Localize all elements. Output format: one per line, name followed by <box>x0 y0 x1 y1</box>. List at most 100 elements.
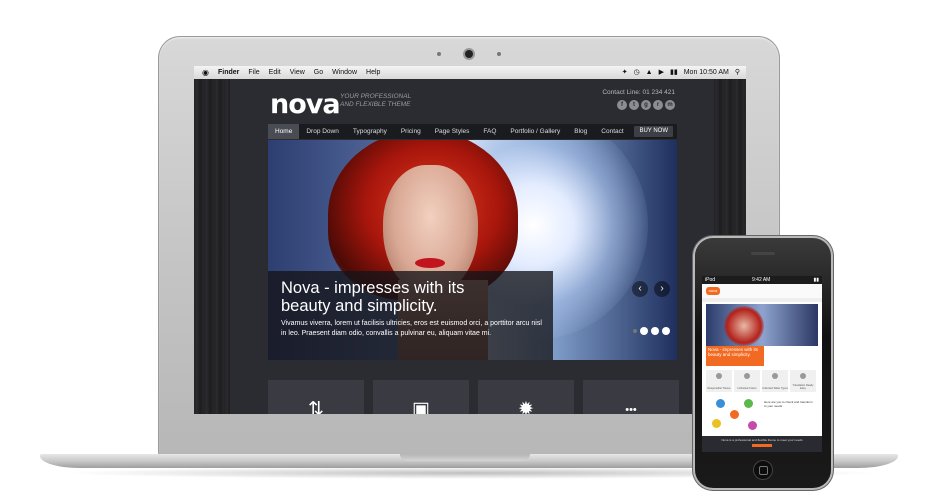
tagline-line-1: YOUR PROFESSIONAL <box>340 93 412 100</box>
mac-menubar: ◉ Finder File Edit View Go Window Help ✦… <box>194 66 746 80</box>
slider-pagination <box>633 327 670 335</box>
social-icons: f t g r m <box>617 100 675 110</box>
diagram-node-icon <box>744 399 753 408</box>
wifi-icon[interactable]: ▲ <box>646 66 653 79</box>
nav-contact[interactable]: Contact <box>594 124 630 139</box>
ipod-clock: 9:42 AM <box>752 277 771 283</box>
mobile-feature-box[interactable]: Responsible Theme <box>706 370 732 392</box>
feature-box-chat[interactable]: ••• <box>583 380 679 414</box>
feature-boxes: ⇅ ▣ ✹ ••• <box>268 380 679 414</box>
nav-home[interactable]: Home <box>268 124 300 139</box>
nav-blog[interactable]: Blog <box>567 124 594 139</box>
nav-drop-down[interactable]: Drop Down <box>299 124 346 139</box>
ipod-screen: iPod 9:42 AM ▮▮ nova Nova - impresses wi… <box>702 276 822 452</box>
wood-background-left <box>194 79 230 414</box>
apple-menu-icon[interactable]: ◉ <box>202 66 209 79</box>
menu-file[interactable]: File <box>248 66 259 79</box>
mobile-feature-label: Translation Ready Easy <box>792 384 814 390</box>
mobile-feature-box[interactable]: Translation Ready Easy <box>790 370 816 392</box>
email-icon[interactable]: m <box>665 100 675 110</box>
buy-now-button[interactable]: BUY NOW <box>634 126 673 137</box>
menu-view[interactable]: View <box>290 66 305 79</box>
bluetooth-icon[interactable]: ✦ <box>622 66 628 79</box>
camera-icon <box>465 50 473 58</box>
mobile-site-logo[interactable]: nova <box>706 287 720 295</box>
nav-typography[interactable]: Typography <box>346 124 394 139</box>
google-icon[interactable]: g <box>641 100 651 110</box>
slide-caption: Nova - impresses with its beauty and sim… <box>268 271 553 360</box>
mobile-site-header: nova <box>702 284 822 298</box>
hero-slider: Nova - impresses with its beauty and sim… <box>268 140 677 360</box>
mobile-footer: Nova is a professional and flexible them… <box>702 436 822 452</box>
slide-body: Vivamus viverra, lorem ut facilisis ultr… <box>281 320 542 337</box>
feature-icon <box>800 373 806 379</box>
mobile-feature-label: Unlimited Slider Types <box>762 387 788 390</box>
image-icon: ▣ <box>412 399 430 415</box>
laptop-screen: ◉ Finder File Edit View Go Window Help ✦… <box>194 66 746 414</box>
slider-dot[interactable] <box>662 327 670 335</box>
nav-page-styles[interactable]: Page Styles <box>428 124 477 139</box>
slider-dot[interactable] <box>633 329 637 333</box>
mobile-footer-text: Nova is a professional and flexible them… <box>721 438 803 442</box>
main-navigation: Home Drop Down Typography Pricing Page S… <box>268 124 677 139</box>
feature-icon <box>716 373 722 379</box>
nav-portfolio-gallery[interactable]: Portfolio / Gallery <box>503 124 567 139</box>
microphone-dot <box>437 52 441 56</box>
menu-edit[interactable]: Edit <box>269 66 281 79</box>
laptop-open-notch <box>400 454 530 461</box>
menu-window[interactable]: Window <box>332 66 357 79</box>
site-logo[interactable]: nova <box>270 89 341 120</box>
diagram-node-icon <box>712 419 721 428</box>
mobile-nav-bar[interactable] <box>702 298 822 302</box>
mobile-feature-box[interactable]: Unlimited Colors <box>734 370 760 392</box>
menubar-clock[interactable]: Mon 10:50 AM <box>684 66 729 79</box>
mobile-footer-button[interactable] <box>752 444 772 447</box>
feature-icon <box>772 373 778 379</box>
ipod-status-bar: iPod 9:42 AM ▮▮ <box>702 276 822 284</box>
mobile-feature-label: Unlimited Colors <box>737 387 757 390</box>
diagram-node-icon <box>716 399 725 408</box>
tagline-line-2: AND FLEXIBLE THEME <box>340 101 411 108</box>
menu-finder[interactable]: Finder <box>218 66 239 79</box>
mobile-text-block: Here are you to check and transform to y… <box>764 400 813 408</box>
feature-icon <box>744 373 750 379</box>
menu-go[interactable]: Go <box>314 66 323 79</box>
search-icon[interactable]: ⚲ <box>735 66 740 79</box>
speaker-slot <box>751 252 775 255</box>
time-machine-icon[interactable]: ◷ <box>634 66 640 79</box>
slider-next-arrow-icon[interactable]: › <box>654 281 670 297</box>
rss-icon[interactable]: r <box>653 100 663 110</box>
twitter-icon[interactable]: t <box>629 100 639 110</box>
ipod-device: iPod 9:42 AM ▮▮ nova Nova - impresses wi… <box>695 238 831 488</box>
menu-help[interactable]: Help <box>366 66 380 79</box>
nav-pricing[interactable]: Pricing <box>394 124 428 139</box>
feature-box-sorting[interactable]: ⇅ <box>268 380 364 414</box>
hero-photo-lips <box>415 258 445 268</box>
diagram-node-icon <box>748 421 757 430</box>
slider-dot[interactable] <box>640 327 648 335</box>
microphone-dot <box>497 52 501 56</box>
battery-icon: ▮▮ <box>813 277 819 283</box>
diagram-hub-icon <box>730 410 739 419</box>
sort-arrows-icon: ⇅ <box>308 399 324 415</box>
site-tagline: YOUR PROFESSIONAL AND FLEXIBLE THEME <box>340 93 411 109</box>
home-button[interactable] <box>753 460 773 480</box>
feature-box-image[interactable]: ▣ <box>373 380 469 414</box>
mobile-hero-image <box>706 304 818 346</box>
slider-prev-arrow-icon[interactable]: ‹ <box>632 281 648 297</box>
mobile-feature-label: Responsible Theme <box>707 387 731 390</box>
slider-dot[interactable] <box>651 327 659 335</box>
facebook-icon[interactable]: f <box>617 100 627 110</box>
nav-faq[interactable]: FAQ <box>476 124 503 139</box>
battery-icon[interactable]: ▮▮ <box>670 66 678 79</box>
chat-bubble-icon: ••• <box>625 404 637 414</box>
slide-heading: Nova - impresses with its beauty and sim… <box>281 279 465 315</box>
volume-icon[interactable]: ▶ <box>659 66 664 79</box>
mobile-feature-box[interactable]: Unlimited Slider Types <box>762 370 788 392</box>
gear-icon: ✹ <box>518 399 534 415</box>
mobile-hero-portrait <box>724 306 764 346</box>
feature-box-settings[interactable]: ✹ <box>478 380 574 414</box>
mobile-slide-caption: Nova - impresses with its beauty and sim… <box>706 346 764 366</box>
mobile-feature-diagram <box>710 397 760 433</box>
website: nova YOUR PROFESSIONAL AND FLEXIBLE THEM… <box>230 79 714 414</box>
